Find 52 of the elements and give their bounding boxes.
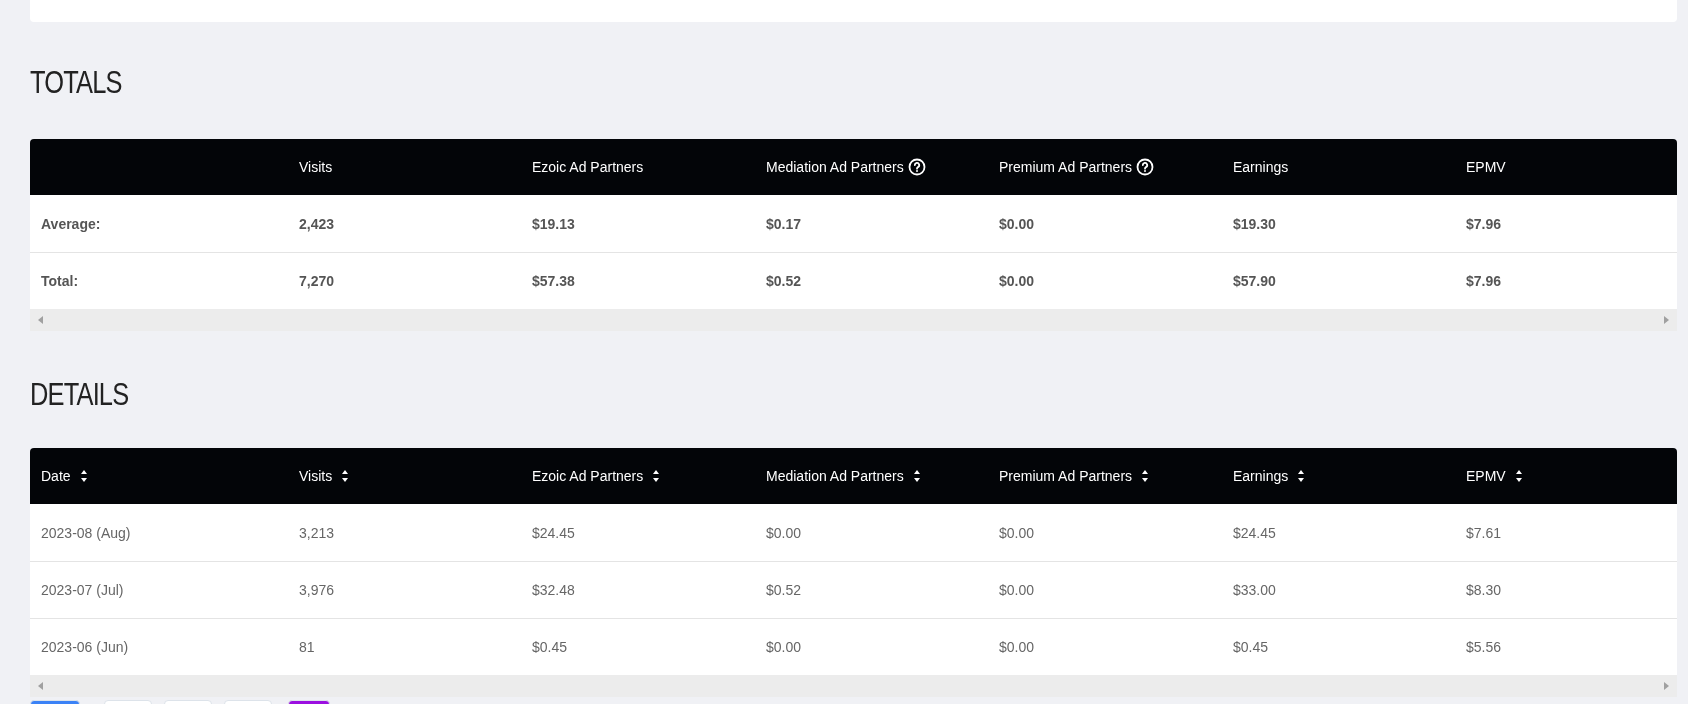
column-header[interactable]: Ezoic Ad Partners [532, 465, 662, 487]
table-cell: $7.96 [1466, 215, 1502, 232]
table-cell: 3,976 [299, 582, 335, 598]
column-header[interactable]: Premium Ad Partners [999, 465, 1151, 487]
table-cell: 2023-07 (Jul) [41, 582, 124, 598]
table-cell: $57.38 [532, 273, 575, 289]
table-cell: $0.45 [532, 639, 568, 655]
table-cell: 7,270 [299, 273, 335, 289]
section-heading: TOTALS [30, 67, 123, 98]
table-cell: $0.52 [766, 273, 802, 289]
table-cell: $0.00 [999, 273, 1035, 289]
table-cell: $57.90 [1233, 273, 1276, 289]
column-header[interactable]: Mediation Ad Partners [766, 465, 922, 487]
table-cell: 2,423 [299, 215, 335, 232]
column-header: Ezoic Ad Partners [532, 157, 644, 177]
table-cell: $24.45 [1233, 524, 1276, 541]
table-cell: Average: [41, 215, 101, 232]
table-cell: Total: [41, 273, 79, 289]
column-header: Visits [299, 157, 333, 177]
table-cell: $0.00 [999, 639, 1035, 655]
column-header: Mediation Ad Partners [766, 156, 926, 178]
help-icon[interactable] [907, 158, 926, 176]
table-cell: $5.56 [1466, 639, 1502, 655]
column-header[interactable]: Visits [299, 465, 351, 487]
table-cell: 3,213 [299, 524, 335, 541]
table-cell: $0.00 [999, 582, 1035, 598]
column-header: Premium Ad Partners [999, 156, 1155, 178]
table-cell: $0.45 [1233, 639, 1269, 655]
column-header: EPMV [1466, 157, 1506, 177]
table-cell: $19.30 [1233, 215, 1276, 232]
column-header[interactable]: EPMV [1466, 465, 1524, 487]
help-icon[interactable] [1136, 158, 1155, 176]
column-header[interactable]: Earnings [1233, 465, 1307, 487]
section-heading: DETAILS [30, 379, 130, 410]
table-cell: $0.00 [999, 215, 1035, 232]
table-cell: $0.00 [766, 639, 802, 655]
table-cell: $0.17 [766, 215, 802, 232]
table-cell: $0.52 [766, 582, 802, 598]
table-cell: 81 [299, 639, 315, 655]
table-cell: $33.00 [1233, 582, 1276, 598]
table-cell: $24.45 [532, 524, 575, 541]
column-header: Earnings [1233, 157, 1289, 177]
table-cell: $0.00 [999, 524, 1035, 541]
table-cell: $7.96 [1466, 273, 1502, 289]
table-cell: $7.61 [1466, 524, 1502, 541]
table-cell: 2023-06 (Jun) [41, 639, 129, 655]
table-cell: 2023-08 (Aug) [41, 524, 131, 541]
table-cell: $8.30 [1466, 582, 1502, 598]
column-header[interactable]: Date [41, 465, 89, 487]
table-cell: $19.13 [532, 215, 575, 232]
table-cell: $0.00 [766, 524, 802, 541]
table-cell: $32.48 [532, 582, 575, 598]
